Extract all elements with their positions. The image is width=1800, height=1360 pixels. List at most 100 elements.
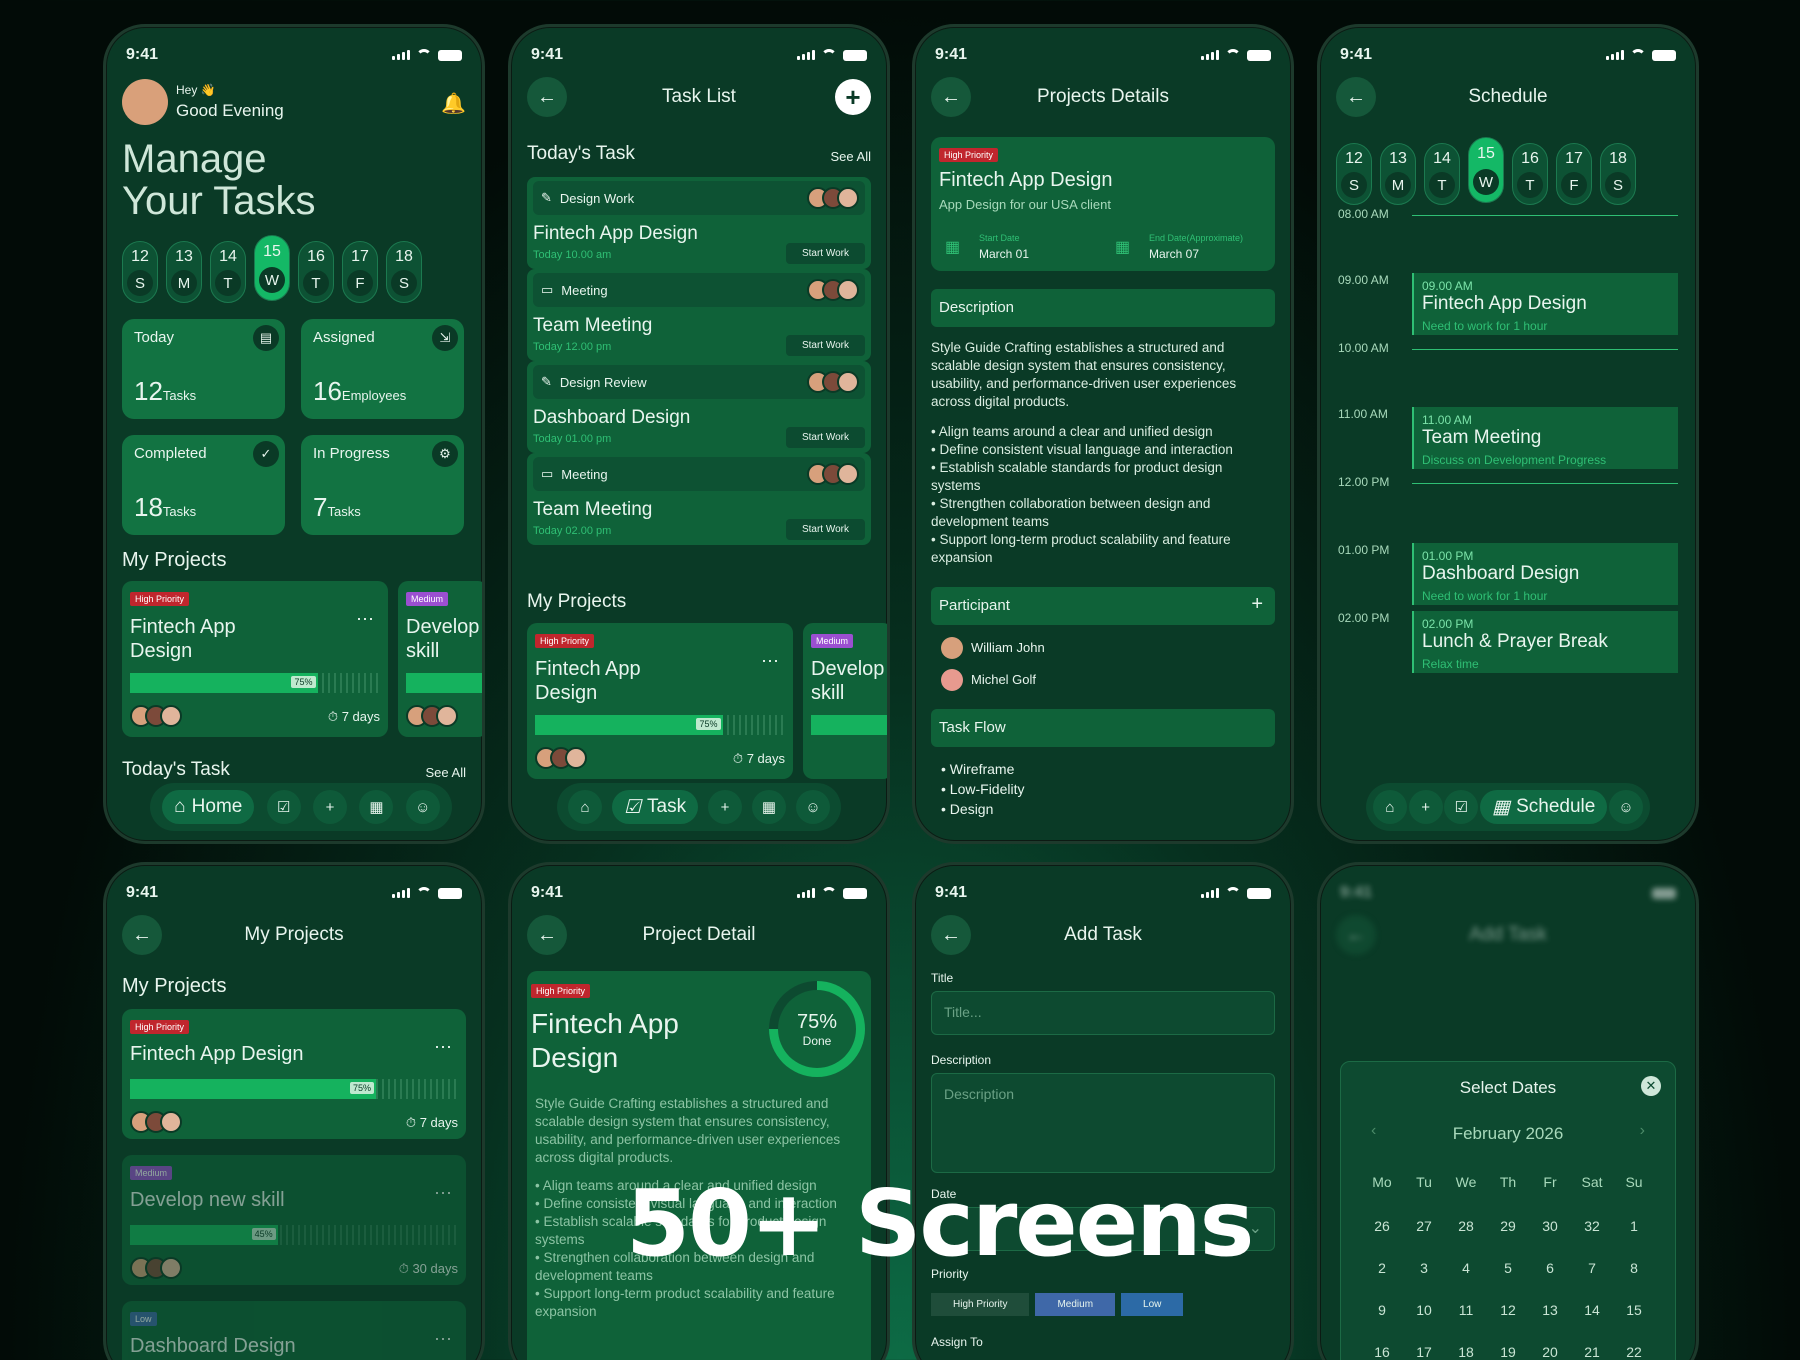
start-work-button[interactable]: Start Work [785, 427, 865, 448]
date-cell[interactable]: 14 [1571, 1302, 1613, 1318]
date-cell[interactable]: 10 [1403, 1302, 1445, 1318]
date-cell[interactable]: 2 [1361, 1260, 1403, 1276]
priority-low[interactable]: Low [1121, 1293, 1184, 1316]
date-cell[interactable]: 6 [1529, 1260, 1571, 1276]
start-work-button[interactable]: Start Work [785, 243, 865, 264]
date-cell[interactable]: 26 [1361, 1218, 1403, 1234]
nav-add-icon[interactable]: + [708, 790, 743, 824]
schedule-event[interactable]: 09.00 AM Fintech App Design Need to work f… [1412, 273, 1678, 335]
description-field[interactable]: Description [931, 1073, 1275, 1173]
priority-high[interactable]: High Priority [931, 1293, 1030, 1316]
chevron-right-icon[interactable]: › [1640, 1122, 1645, 1140]
nav-schedule[interactable]: ▦ Schedule [1480, 790, 1608, 824]
close-icon[interactable]: ✕ [1641, 1076, 1661, 1096]
day-chip[interactable]: 17 F [342, 241, 378, 303]
day-chip[interactable]: 13 M [1380, 143, 1416, 205]
date-cell[interactable]: 19 [1487, 1344, 1529, 1360]
day-chip[interactable]: 18 S [1600, 143, 1636, 205]
more-icon[interactable]: ⋯ [761, 651, 779, 672]
nav-tasks-icon[interactable]: ☑ [1444, 790, 1479, 824]
date-cell[interactable]: 7 [1571, 1260, 1613, 1276]
date-cell[interactable]: 15 [1613, 1302, 1655, 1318]
nav-add-icon[interactable]: + [313, 790, 348, 824]
nav-tasks-icon[interactable]: ☑ [266, 790, 301, 824]
nav-profile-icon[interactable]: ☺ [1609, 790, 1644, 824]
nav-home[interactable]: ⌂ Home [162, 790, 255, 824]
nav-task[interactable]: ☑ Task [611, 790, 699, 824]
back-arrow-icon[interactable]: ← [527, 915, 567, 955]
day-chip[interactable]: 14 T [1424, 143, 1460, 205]
stat-assigned[interactable]: Assigned ⇲ 16Employees [301, 319, 464, 419]
back-arrow-icon[interactable]: ← [1336, 77, 1376, 117]
stat-in-progress[interactable]: In Progress ⚙ 7Tasks [301, 435, 464, 535]
date-cell[interactable]: 21 [1571, 1344, 1613, 1360]
more-icon[interactable]: ⋯ [356, 609, 374, 630]
date-cell[interactable]: 29 [1487, 1218, 1529, 1234]
see-all-link[interactable]: See All [831, 149, 871, 164]
nav-profile-icon[interactable]: ☺ [795, 790, 830, 824]
date-cell[interactable]: 1 [1613, 1218, 1655, 1234]
date-cell[interactable]: 8 [1613, 1260, 1655, 1276]
task-card[interactable]: ▭ Meeting Team Meeting Today 12.00 pm Start … [527, 269, 871, 361]
start-work-button[interactable]: Start Work [785, 519, 865, 540]
nav-calendar-icon[interactable]: ▦ [752, 790, 787, 824]
date-cell[interactable]: 11 [1445, 1302, 1487, 1318]
day-chip[interactable]: 18 S [386, 241, 422, 303]
bell-icon[interactable]: 🔔 [441, 91, 466, 116]
project-card[interactable]: Medium Develop skill [398, 581, 482, 737]
priority-medium[interactable]: Medium [1035, 1293, 1116, 1316]
avatar[interactable] [122, 79, 168, 125]
day-chip[interactable]: 12 S [1336, 143, 1372, 205]
task-card[interactable]: ✎ Design Review Dashboard Design Today 01.0… [527, 361, 871, 453]
nav-home-icon[interactable]: ⌂ [1372, 790, 1407, 824]
add-participant-icon[interactable]: + [1251, 593, 1263, 616]
date-cell[interactable]: 18 [1445, 1344, 1487, 1360]
date-cell[interactable]: 4 [1445, 1260, 1487, 1276]
nav-home-icon[interactable]: ⌂ [567, 790, 602, 824]
nav-calendar-icon[interactable]: ▦ [359, 790, 394, 824]
date-cell[interactable]: 5 [1487, 1260, 1529, 1276]
date-cell[interactable]: 17 [1403, 1344, 1445, 1360]
date-cell[interactable]: 12 [1487, 1302, 1529, 1318]
back-arrow-icon[interactable]: ← [931, 915, 971, 955]
project-card[interactable]: High Priority Fintech App Design ⋯ 75% ⏱… [122, 1009, 466, 1139]
schedule-event[interactable]: 01.00 PM Dashboard Design Need to work for… [1412, 543, 1678, 605]
task-card[interactable]: ✎ Design Work Fintech App Design Today 10.0… [527, 177, 871, 269]
schedule-event[interactable]: 02.00 PM Lunch & Prayer Break Relax time [1412, 611, 1678, 673]
schedule-event[interactable]: 11.00 AM Team Meeting Discuss on Developme… [1412, 407, 1678, 469]
project-card[interactable]: Low Dashboard Design ⋯ [122, 1301, 466, 1360]
more-icon[interactable]: ⋯ [434, 1329, 452, 1350]
day-chip[interactable]: 17 F [1556, 143, 1592, 205]
see-all-link[interactable]: See All [426, 765, 466, 780]
stat-completed[interactable]: Completed ✓ 18Tasks [122, 435, 285, 535]
day-chip[interactable]: 16 T [1512, 143, 1548, 205]
date-cell[interactable]: 30 [1529, 1218, 1571, 1234]
start-work-button[interactable]: Start Work [785, 335, 865, 356]
project-card[interactable]: Medium Develop new skill ⋯ 45% ⏱ 30 days [122, 1155, 466, 1285]
project-card[interactable]: High Priority Fintech App Design ⋯ 75% ⏱… [527, 623, 793, 779]
back-arrow-icon[interactable]: ← [931, 77, 971, 117]
nav-profile-icon[interactable]: ☺ [405, 790, 440, 824]
stat-today[interactable]: Today ▤ 12Tasks [122, 319, 285, 419]
day-chip[interactable]: 15 W [254, 235, 290, 301]
date-cell[interactable]: 27 [1403, 1218, 1445, 1234]
day-chip[interactable]: 15 W [1468, 137, 1504, 203]
title-field[interactable]: Title... [931, 991, 1275, 1035]
date-cell[interactable]: 13 [1529, 1302, 1571, 1318]
date-cell[interactable]: 16 [1361, 1344, 1403, 1360]
date-cell[interactable]: 9 [1361, 1302, 1403, 1318]
add-task-button[interactable]: + [835, 79, 871, 115]
date-cell[interactable]: 32 [1571, 1218, 1613, 1234]
back-arrow-icon[interactable]: ← [122, 915, 162, 955]
day-chip[interactable]: 12 S [122, 241, 158, 303]
day-chip[interactable]: 14 T [210, 241, 246, 303]
date-cell[interactable]: 3 [1403, 1260, 1445, 1276]
more-icon[interactable]: ⋯ [434, 1183, 452, 1204]
nav-add-icon[interactable]: + [1408, 790, 1443, 824]
project-card[interactable]: High Priority Fintech App Design ⋯ 75% ⏱… [122, 581, 388, 737]
date-cell[interactable]: 28 [1445, 1218, 1487, 1234]
day-chip[interactable]: 16 T [298, 241, 334, 303]
day-chip[interactable]: 13 M [166, 241, 202, 303]
back-arrow-icon[interactable]: ← [527, 77, 567, 117]
date-cell[interactable]: 22 [1613, 1344, 1655, 1360]
